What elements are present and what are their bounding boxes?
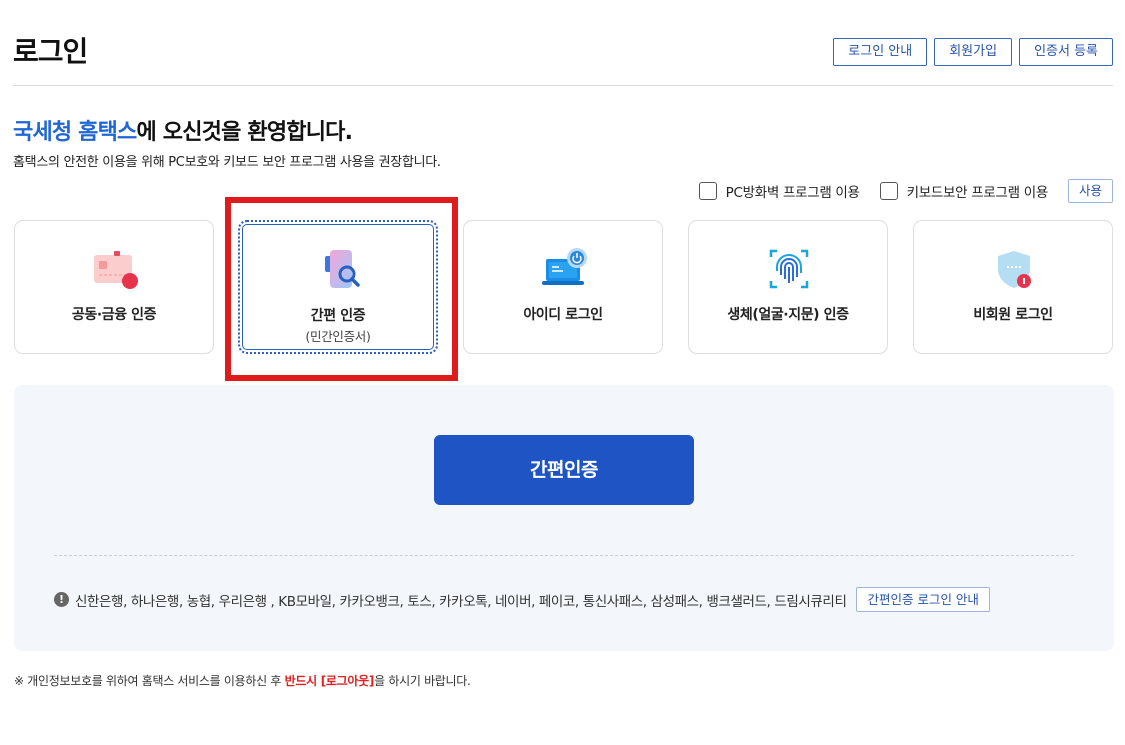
register-certificate-button[interactable]: 인증서 등록 bbox=[1019, 38, 1113, 66]
laptop-power-icon bbox=[542, 248, 587, 285]
shield-user-icon bbox=[998, 251, 1031, 288]
security-options: PC방화벽 프로그램 이용 키보드보안 프로그램 이용 사용 bbox=[698, 179, 1113, 203]
keyboard-security-option[interactable]: 키보드보안 프로그램 이용 bbox=[879, 181, 1049, 201]
header-buttons: 로그인 안내 회원가입 인증서 등록 bbox=[833, 38, 1113, 66]
card-id-login[interactable]: 아이디 로그인 bbox=[463, 220, 663, 354]
simple-auth-phone-icon bbox=[325, 250, 360, 288]
card-label: 공동·금융 인증 bbox=[71, 307, 157, 323]
panel-divider bbox=[54, 555, 1074, 556]
header-divider bbox=[13, 85, 1113, 86]
card-guest-login[interactable]: 비회원 로그인 bbox=[913, 220, 1113, 354]
signup-button[interactable]: 회원가입 bbox=[934, 38, 1013, 66]
logout-notice: ※ 개인정보보호를 위하여 홈택스 서비스를 이용하신 후 반드시 [로그아웃]… bbox=[14, 672, 471, 689]
card-label: 간편 인증 bbox=[310, 308, 366, 324]
welcome-rest: 에 오신것을 환영합니다. bbox=[136, 120, 353, 145]
card-label: 생체(얼굴·지문) 인증 bbox=[727, 307, 849, 323]
info-icon: ! bbox=[54, 592, 69, 607]
firewall-checkbox[interactable] bbox=[698, 182, 717, 200]
card-simple-auth[interactable]: 간편 인증 (민간인증서) bbox=[238, 220, 438, 354]
card-biometric-auth[interactable]: 생체(얼굴·지문) 인증 bbox=[688, 220, 888, 354]
welcome-subtitle: 홈택스의 안전한 이용을 위해 PC보호와 키보드 보안 프로그램 사용을 권장… bbox=[13, 155, 441, 170]
card-label: 아이디 로그인 bbox=[523, 307, 603, 323]
simple-auth-guide-button[interactable]: 간편인증 로그인 안내 bbox=[856, 587, 990, 612]
fingerprint-icon bbox=[769, 249, 809, 289]
simple-auth-button[interactable]: 간편인증 bbox=[434, 435, 694, 505]
notice-warning: 반드시 [로그아웃] bbox=[284, 674, 375, 688]
simple-auth-panel: 간편인증 ! 신한은행, 하나은행, 농협, 우리은행 , KB모바일, 카카오… bbox=[14, 385, 1114, 651]
provider-list: ! 신한은행, 하나은행, 농협, 우리은행 , KB모바일, 카카오뱅크, 토… bbox=[54, 587, 990, 612]
notice-prefix: ※ 개인정보보호를 위하여 홈택스 서비스를 이용하신 후 bbox=[14, 674, 285, 688]
use-security-button[interactable]: 사용 bbox=[1067, 179, 1113, 203]
card-sublabel: (민간인증서) bbox=[305, 329, 371, 344]
page-title: 로그인 bbox=[13, 35, 88, 68]
card-certificate-login[interactable]: 공동·금융 인증 bbox=[14, 220, 214, 354]
firewall-label: PC방화벽 프로그램 이용 bbox=[725, 185, 860, 201]
firewall-option[interactable]: PC방화벽 프로그램 이용 bbox=[698, 181, 860, 201]
login-guide-button[interactable]: 로그인 안내 bbox=[833, 38, 928, 66]
welcome-heading: 국세청 홈택스에 오신것을 환영합니다. bbox=[13, 114, 353, 146]
providers-text: 신한은행, 하나은행, 농협, 우리은행 , KB모바일, 카카오뱅크, 토스,… bbox=[75, 593, 847, 610]
welcome-highlight: 국세청 홈택스 bbox=[13, 120, 137, 145]
notice-suffix: 을 하시기 바랍니다. bbox=[374, 674, 471, 688]
keyboard-security-checkbox[interactable] bbox=[879, 182, 898, 200]
card-label: 비회원 로그인 bbox=[973, 307, 1053, 323]
keyboard-security-label: 키보드보안 프로그램 이용 bbox=[906, 185, 1049, 201]
certificate-card-icon bbox=[94, 251, 138, 289]
